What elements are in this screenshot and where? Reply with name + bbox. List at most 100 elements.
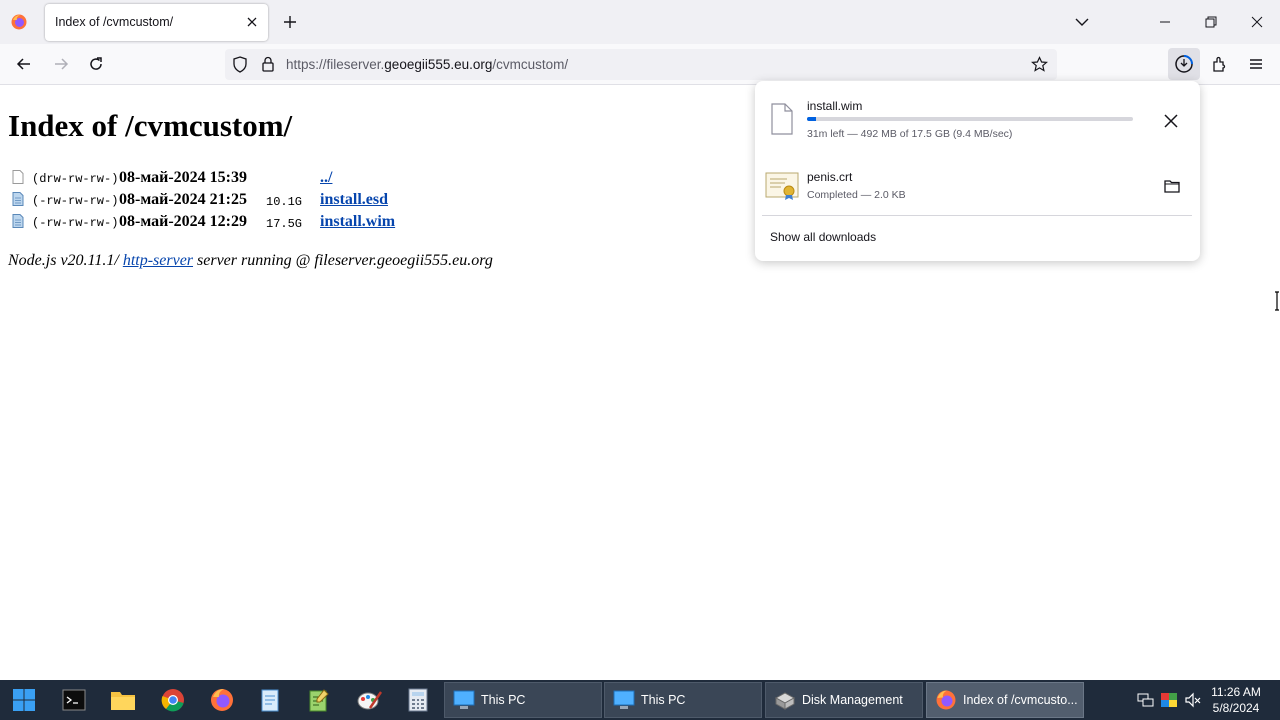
taskbar-pin-terminal[interactable] — [60, 686, 88, 714]
task-label: This PC — [641, 693, 686, 707]
taskbar: This PC This PC Disk Management Index of… — [0, 680, 1280, 720]
computer-icon — [453, 690, 475, 709]
start-button[interactable] — [10, 686, 38, 714]
back-icon[interactable] — [15, 55, 33, 73]
file-explorer-icon — [111, 692, 135, 710]
restore-button[interactable] — [1188, 0, 1234, 44]
taskbar-task-this-pc[interactable]: This PC — [444, 682, 602, 718]
permissions: (-rw-rw-rw-) — [32, 194, 119, 208]
download-progress-bar — [807, 117, 1133, 121]
lock-icon[interactable] — [261, 56, 275, 73]
clock-date: 5/8/2024 — [1212, 701, 1260, 715]
http-server-link[interactable]: http-server — [123, 252, 193, 269]
close-tab-icon[interactable] — [244, 14, 260, 30]
list-all-tabs-icon[interactable] — [1073, 13, 1091, 31]
color-display-icon[interactable] — [1160, 691, 1178, 709]
download-item[interactable]: penis.crt Completed — 2.0 KB — [755, 157, 1200, 217]
download-status: Completed — 2.0 KB — [807, 189, 906, 201]
reload-icon[interactable] — [87, 55, 105, 73]
url-scheme: https://fileserver. — [286, 57, 385, 72]
blank-file-icon — [12, 170, 24, 184]
new-tab-icon[interactable] — [281, 13, 299, 31]
modified-date: 08-май-2024 12:29 — [119, 213, 247, 230]
download-progress-icon — [1175, 55, 1193, 73]
task-label: This PC — [481, 693, 526, 707]
taskbar-pin-paint[interactable] — [355, 686, 383, 714]
shield-icon[interactable] — [232, 56, 248, 73]
task-label: Index of /cvmcusto... — [963, 693, 1078, 707]
calculator-icon — [408, 688, 428, 712]
taskbar-pin-notepad[interactable] — [256, 686, 284, 714]
navigation-bar: https://fileserver.geoegii555.eu.org/cvm… — [0, 44, 1280, 85]
forward-icon[interactable] — [52, 55, 70, 73]
url-host: geoegii555.eu.org — [384, 57, 493, 72]
file-icon — [12, 192, 24, 206]
taskbar-task-this-pc[interactable]: This PC — [604, 682, 762, 718]
certificate-icon — [765, 172, 799, 200]
extensions-icon[interactable] — [1211, 55, 1229, 73]
firefox-icon — [211, 689, 233, 711]
url-bar[interactable]: https://fileserver.geoegii555.eu.org/cvm… — [225, 49, 1057, 80]
taskbar-pin-notepad-plus[interactable] — [305, 686, 333, 714]
show-all-downloads-link[interactable]: Show all downloads — [770, 230, 876, 244]
modified-date: 08-май-2024 21:25 — [119, 191, 247, 208]
taskbar-task-firefox[interactable]: Index of /cvmcusto... — [926, 682, 1084, 718]
paint-icon — [357, 691, 382, 710]
panel-divider — [762, 215, 1192, 216]
disk-icon — [774, 692, 796, 710]
notepad-icon — [261, 689, 279, 712]
file-link-install-wim[interactable]: install.wim — [320, 213, 395, 231]
minimize-button[interactable] — [1142, 0, 1188, 44]
start-icon — [13, 689, 35, 711]
file-icon — [12, 214, 24, 228]
taskbar-pin-file-explorer[interactable] — [109, 686, 137, 714]
download-item[interactable]: install.wim 31m left — 492 MB of 17.5 GB… — [755, 91, 1200, 151]
file-size: 10.1G — [266, 195, 303, 209]
download-name: install.wim — [807, 99, 863, 113]
download-progress-fill — [807, 117, 817, 121]
downloads-button[interactable] — [1168, 48, 1200, 80]
computer-icon — [613, 690, 635, 709]
server-footer: Node.js v20.11.1/ http-server server run… — [8, 252, 493, 270]
parent-directory-link[interactable]: ../ — [320, 169, 332, 187]
task-label: Disk Management — [802, 693, 903, 707]
network-icon[interactable] — [1136, 691, 1154, 709]
page-title: Index of /cvmcustom/ — [8, 108, 293, 143]
url-text[interactable]: https://fileserver.geoegii555.eu.org/cvm… — [286, 57, 568, 72]
text-cursor-icon — [1275, 291, 1279, 311]
permissions: (-rw-rw-rw-) — [32, 216, 119, 230]
terminal-icon — [62, 689, 86, 711]
clock-time: 11:26 AM — [1211, 685, 1261, 699]
download-status: 31m left — 492 MB of 17.5 GB (9.4 MB/sec… — [807, 128, 1013, 140]
url-path: /cvmcustom/ — [492, 57, 569, 72]
file-size: 17.5G — [266, 217, 303, 231]
firefox-icon[interactable] — [11, 14, 27, 30]
taskbar-pin-chrome[interactable] — [159, 686, 187, 714]
tab-title: Index of /cvmcustom/ — [55, 15, 174, 29]
download-name: penis.crt — [807, 170, 853, 184]
firefox-icon — [936, 690, 956, 710]
menu-icon[interactable] — [1247, 55, 1265, 73]
system-clock[interactable]: 11:26 AM 5/8/2024 — [1205, 684, 1267, 716]
downloads-panel: install.wim 31m left — 492 MB of 17.5 GB… — [755, 81, 1200, 261]
notepad-plus-icon — [309, 689, 329, 712]
footer-prefix: Node.js v20.11.1/ — [8, 252, 123, 269]
chrome-icon — [161, 689, 184, 712]
browser-tab[interactable]: Index of /cvmcustom/ — [45, 4, 268, 41]
permissions: (drw-rw-rw-) — [32, 172, 119, 186]
file-icon — [771, 103, 793, 135]
file-link-install-esd[interactable]: install.esd — [320, 191, 388, 209]
close-icon — [1251, 16, 1263, 28]
bookmark-star-icon[interactable] — [1031, 56, 1048, 73]
cancel-download-icon[interactable] — [1163, 113, 1179, 129]
tab-bar: Index of /cvmcustom/ — [0, 0, 1280, 44]
restore-icon — [1205, 16, 1217, 28]
taskbar-pin-firefox[interactable] — [208, 686, 236, 714]
volume-muted-icon[interactable] — [1184, 691, 1202, 709]
taskbar-pin-calculator[interactable] — [404, 686, 432, 714]
folder-icon[interactable] — [1164, 179, 1180, 193]
modified-date: 08-май-2024 15:39 — [119, 169, 247, 186]
footer-suffix: server running @ fileserver.geoegii555.e… — [193, 252, 493, 269]
close-window-button[interactable] — [1234, 0, 1280, 44]
taskbar-task-disk-management[interactable]: Disk Management — [765, 682, 923, 718]
